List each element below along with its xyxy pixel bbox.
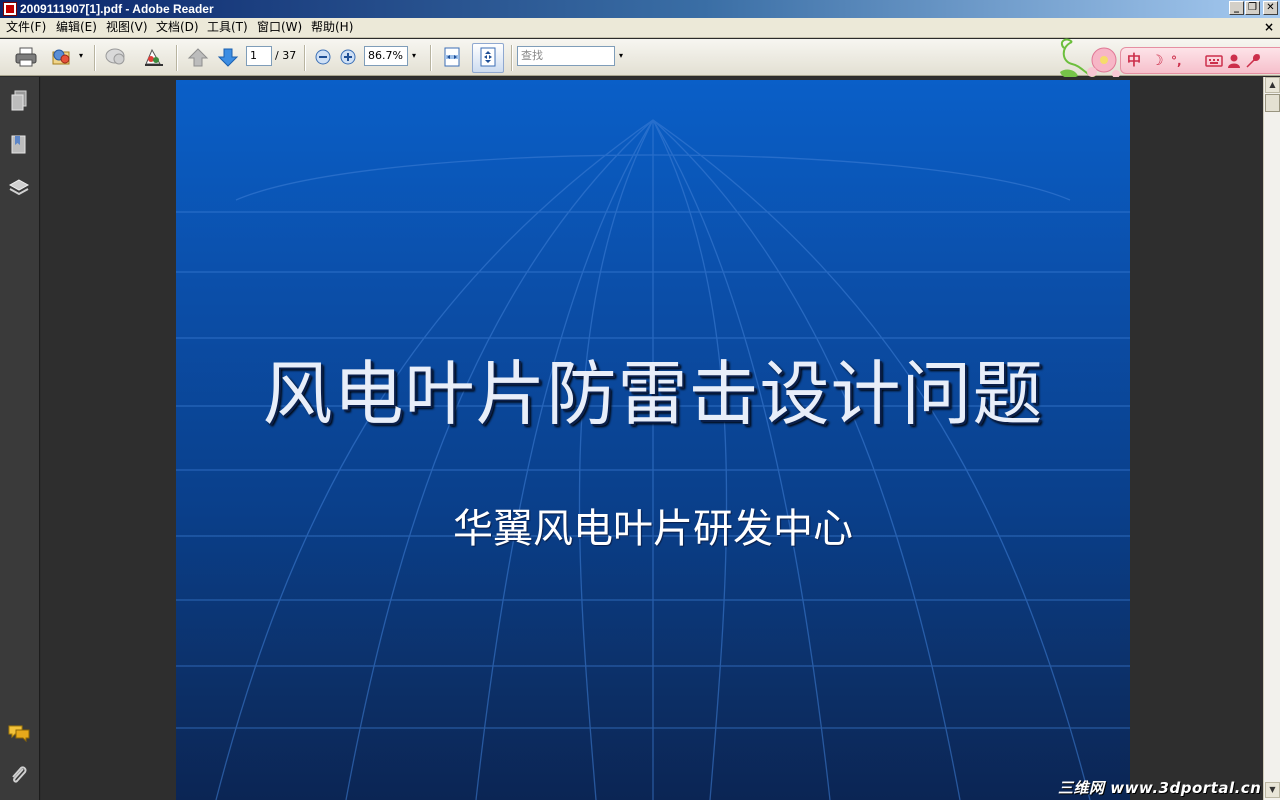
fit-width-icon[interactable] <box>440 46 464 68</box>
email-dropdown-icon[interactable]: ▾ <box>76 46 86 66</box>
scroll-up-icon[interactable]: ▲ <box>1265 77 1280 93</box>
menu-edit[interactable]: 编辑(E) <box>55 18 98 37</box>
ime-punctuation-toggle[interactable]: °, <box>1171 51 1182 71</box>
menu-window[interactable]: 窗口(W) <box>256 18 303 37</box>
layers-icon[interactable] <box>8 176 30 200</box>
ime-status-bar: 中 ☽ °, <box>1120 47 1280 74</box>
menu-tools[interactable]: 工具(T) <box>206 18 249 37</box>
settings-wrench-icon[interactable] <box>1245 53 1261 69</box>
print-icon[interactable] <box>14 46 38 68</box>
menu-document[interactable]: 文档(D) <box>155 18 200 37</box>
document-close-button[interactable]: × <box>1264 18 1274 37</box>
navigation-pane <box>0 77 40 800</box>
window-titlebar: 2009111907[1].pdf - Adobe Reader _ ❐ ✕ <box>0 0 1280 18</box>
ime-fullwidth-toggle[interactable]: ☽ <box>1151 51 1164 71</box>
slide-title: 风电叶片防雷击设计问题 <box>262 353 1044 435</box>
restore-button[interactable]: ❐ <box>1245 1 1260 15</box>
fit-page-icon[interactable] <box>476 46 500 68</box>
globe-grid-background <box>176 119 1130 800</box>
zoom-out-icon[interactable] <box>312 46 336 68</box>
page-total-label: / 37 <box>275 49 297 62</box>
comment-icon[interactable] <box>104 46 128 68</box>
bookmarks-icon[interactable] <box>8 133 30 157</box>
menu-help[interactable]: 帮助(H) <box>310 18 354 37</box>
menu-file[interactable]: 文件(F) <box>5 18 47 37</box>
attachments-icon[interactable] <box>8 763 30 787</box>
zoom-in-icon[interactable] <box>337 46 361 68</box>
close-button[interactable]: ✕ <box>1263 1 1278 15</box>
slide-subtitle: 华翼风电叶片研发中心 <box>453 506 853 552</box>
window-title: 2009111907[1].pdf - Adobe Reader <box>20 2 214 16</box>
user-icon[interactable] <box>1227 53 1241 69</box>
vertical-scrollbar[interactable]: ▲ ▼ <box>1263 77 1280 800</box>
scroll-thumb[interactable] <box>1265 94 1280 112</box>
previous-page-icon[interactable] <box>186 46 210 68</box>
page-number-input[interactable]: 1 <box>246 46 272 66</box>
document-color-icon[interactable] <box>142 46 166 68</box>
ime-chinese-mode[interactable]: 中 <box>1127 51 1141 71</box>
adobe-reader-icon <box>3 2 17 16</box>
pdf-page-slide: 风电叶片防雷击设计问题 华翼风电叶片研发中心 <box>176 80 1130 800</box>
search-input[interactable]: 查找 <box>517 46 615 66</box>
scroll-down-icon[interactable]: ▼ <box>1265 782 1280 798</box>
zoom-dropdown-icon[interactable]: ▾ <box>409 46 419 66</box>
zoom-level-input[interactable]: 86.7% <box>364 46 408 66</box>
site-watermark: 三维网 www.3dportal.cn <box>1058 779 1262 797</box>
pages-icon[interactable] <box>8 89 30 113</box>
next-page-icon[interactable] <box>216 46 240 68</box>
minimize-button[interactable]: _ <box>1229 1 1244 15</box>
email-icon[interactable] <box>50 46 74 68</box>
search-dropdown-icon[interactable]: ▾ <box>616 46 626 66</box>
menu-view[interactable]: 视图(V) <box>105 18 149 37</box>
soft-keyboard-icon[interactable] <box>1205 54 1223 68</box>
comments-icon[interactable] <box>8 721 30 745</box>
